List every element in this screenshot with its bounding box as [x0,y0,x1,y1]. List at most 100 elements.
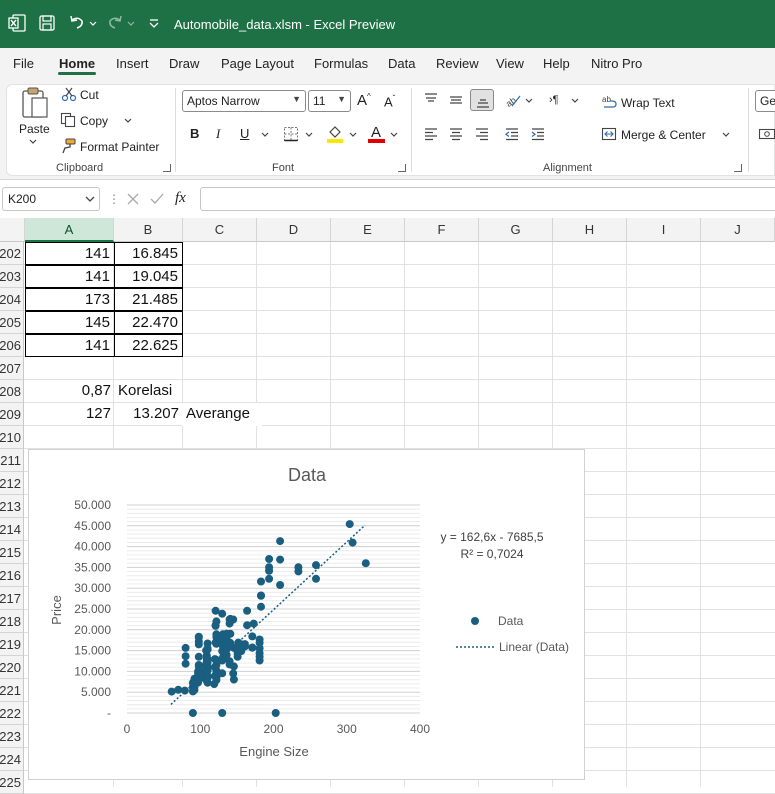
copy-button[interactable]: Copy [80,114,108,128]
column-header-e[interactable]: E [331,218,405,242]
alignment-dialog-launcher[interactable] [734,164,742,172]
cell-c209[interactable]: Averange [182,403,262,426]
italic-button[interactable]: I [216,126,220,142]
underline-dropdown-icon[interactable] [261,131,269,139]
tab-insert[interactable]: Insert [116,56,149,71]
tab-home[interactable]: Home [59,56,95,71]
clipboard-dialog-launcher[interactable] [163,164,171,172]
column-header-a[interactable]: A [25,218,114,242]
row-header-204[interactable]: 204 [0,288,24,311]
row-header-224[interactable]: 224 [0,748,24,771]
paste-button[interactable]: Paste [19,122,50,136]
font-color-dropdown-icon[interactable] [390,131,398,139]
copy-icon[interactable] [60,112,76,128]
row-header-210[interactable]: 210 [0,426,24,449]
row-header-218[interactable]: 218 [0,610,24,633]
bold-button[interactable]: B [190,126,199,141]
font-size-select[interactable]: 11 ▼ [308,90,351,112]
column-header-c[interactable]: C [183,218,257,242]
column-header-i[interactable]: I [627,218,701,242]
row-header-202[interactable]: 202 [0,242,24,265]
row-header-222[interactable]: 222 [0,702,24,725]
row-header-205[interactable]: 205 [0,311,24,334]
text-direction-dropdown-icon[interactable] [571,97,579,105]
cancel-icon[interactable] [126,192,140,206]
row-header-216[interactable]: 216 [0,564,24,587]
currency-format-icon[interactable] [758,126,775,142]
row-header-221[interactable]: 221 [0,679,24,702]
underline-button[interactable]: U [240,126,249,141]
wrap-text-icon[interactable]: ab [602,94,618,110]
scatter-chart[interactable]: Data - 5.000 10.000 15.000 20.000 25.000 30.000… [28,449,585,780]
row-header-219[interactable]: 219 [0,633,24,656]
column-header-h[interactable]: H [553,218,627,242]
borders-dropdown-icon[interactable] [305,131,313,139]
cell-a208[interactable]: 0,87 [25,380,115,403]
tab-draw[interactable]: Draw [169,56,199,71]
redo-icon[interactable] [106,14,124,32]
cut-button[interactable]: Cut [80,88,99,102]
column-header-f[interactable]: F [405,218,479,242]
tab-view[interactable]: View [496,56,524,71]
column-header-g[interactable]: G [479,218,553,242]
orientation-icon[interactable]: ab [504,92,522,108]
font-dialog-launcher[interactable] [398,164,406,172]
bottom-align-button[interactable] [470,89,494,111]
undo-icon[interactable] [68,14,86,32]
cell-b203[interactable]: 19.045 [114,265,183,288]
row-header-209[interactable]: 209 [0,403,24,426]
align-right-icon[interactable] [474,126,490,142]
wrap-text-button[interactable]: Wrap Text [621,96,675,110]
row-header-214[interactable]: 214 [0,518,24,541]
cell-b204[interactable]: 21.485 [114,288,183,311]
enter-check-icon[interactable] [150,192,164,206]
row-header-208[interactable]: 208 [0,380,24,403]
tab-formulas[interactable]: Formulas [314,56,368,71]
row-header-217[interactable]: 217 [0,587,24,610]
row-header-211[interactable]: 211 [0,449,24,472]
tab-help[interactable]: Help [543,56,570,71]
row-header-207[interactable]: 207 [0,357,24,380]
middle-align-icon[interactable] [448,92,464,108]
cell-a204[interactable]: 173 [25,288,115,311]
column-header-j[interactable]: J [701,218,775,242]
column-header-d[interactable]: D [257,218,331,242]
fill-color-icon[interactable] [326,124,344,144]
formula-bar-handle-icon[interactable]: ⋮ [108,192,120,206]
row-header-215[interactable]: 215 [0,541,24,564]
insert-function-button[interactable]: fx [175,190,186,207]
tab-file[interactable]: File [13,56,34,71]
cell-b208[interactable]: Korelasi [114,380,183,403]
align-left-icon[interactable] [423,126,439,142]
cell-a209[interactable]: 127 [25,403,115,426]
customize-toolbar-icon[interactable] [148,14,160,32]
redo-dropdown-icon[interactable] [127,14,135,32]
number-format-select[interactable]: Gen [755,90,775,112]
format-painter-button[interactable]: Format Painter [80,140,159,154]
cell-b202[interactable]: 16.845 [114,242,183,265]
formula-input[interactable] [200,187,775,211]
row-header-203[interactable]: 203 [0,265,24,288]
merge-center-button[interactable]: Merge & Center [621,128,706,142]
fill-color-dropdown-icon[interactable] [349,131,357,139]
format-painter-icon[interactable] [60,138,76,154]
top-align-icon[interactable] [423,92,439,108]
merge-dropdown-icon[interactable] [722,131,730,139]
row-header-223[interactable]: 223 [0,725,24,748]
increase-font-size-icon[interactable]: A^ [357,92,371,109]
row-header-220[interactable]: 220 [0,656,24,679]
font-name-select[interactable]: Aptos Narrow ▼ [182,90,306,112]
cell-a206[interactable]: 141 [25,334,115,357]
select-all-corner[interactable] [0,218,25,242]
cell-b209[interactable]: 13.207 [114,403,183,426]
paste-dropdown-icon[interactable] [29,138,37,146]
cell-a202[interactable]: 141 [25,242,115,265]
decrease-indent-icon[interactable] [504,126,520,142]
row-header-212[interactable]: 212 [0,472,24,495]
text-direction-icon[interactable]: ›¶ [549,94,559,106]
cell-b206[interactable]: 22.625 [114,334,183,357]
name-box[interactable]: K200 [2,187,100,211]
decrease-font-size-icon[interactable]: Aˇ [384,94,395,109]
tab-data[interactable]: Data [388,56,415,71]
tab-page-layout[interactable]: Page Layout [221,56,294,71]
